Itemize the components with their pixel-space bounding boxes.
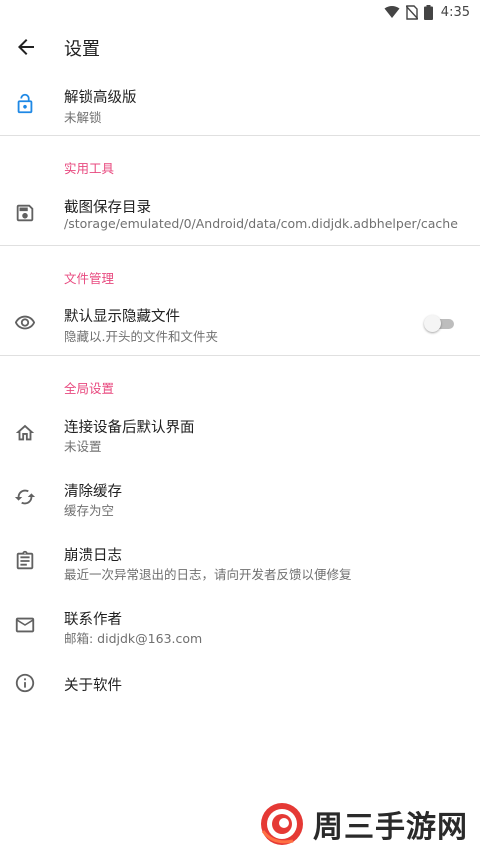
unlock-icon	[17, 93, 33, 114]
setting-crash-log[interactable]: 崩溃日志 最近一次异常退出的日志，请向开发者反馈以便修复	[0, 534, 480, 590]
setting-about[interactable]: 关于软件	[0, 662, 480, 704]
back-arrow-icon[interactable]	[14, 35, 38, 59]
battery-icon	[423, 4, 433, 20]
setting-title: 截图保存目录	[64, 200, 151, 216]
refresh-icon	[14, 489, 36, 505]
info-icon	[15, 673, 35, 693]
home-icon	[15, 424, 35, 441]
watermark: 周三手游网	[259, 800, 468, 848]
setting-title: 联系作者	[64, 612, 122, 628]
setting-unlock-premium[interactable]: 解锁高级版 未解锁	[0, 76, 480, 134]
setting-title: 崩溃日志	[64, 548, 122, 564]
wifi-icon	[384, 6, 400, 18]
category-header-file-management: 文件管理	[64, 271, 115, 286]
divider	[0, 355, 480, 356]
setting-subtitle: /storage/emulated/0/Android/data/com.did…	[64, 216, 458, 231]
divider	[0, 245, 480, 246]
clock: 4:35	[440, 4, 470, 20]
setting-screenshot-directory[interactable]: 截图保存目录 /storage/emulated/0/Android/data/…	[0, 186, 480, 244]
status-bar: 4:35	[0, 0, 480, 24]
show-hidden-toggle[interactable]	[424, 315, 456, 332]
setting-title: 解锁高级版	[64, 90, 137, 106]
setting-subtitle: 未设置	[64, 439, 102, 454]
clipboard-icon	[16, 550, 34, 570]
toggle-thumb	[424, 315, 441, 332]
category-header-tools: 实用工具	[64, 161, 115, 176]
watermark-text: 周三手游网	[313, 810, 468, 845]
eye-icon	[14, 315, 36, 330]
setting-show-hidden-files[interactable]: 默认显示隐藏文件 隐藏以.开头的文件和文件夹	[0, 296, 480, 354]
category-header-global: 全局设置	[64, 381, 115, 396]
setting-contact-author[interactable]: 联系作者 邮箱: didjdk@163.com	[0, 598, 480, 654]
setting-title: 清除缓存	[64, 484, 122, 500]
setting-title: 连接设备后默认界面	[64, 420, 195, 436]
no-sim-icon	[405, 4, 418, 20]
save-icon	[16, 204, 34, 222]
watermark-logo-icon	[261, 803, 303, 845]
page-title: 设置	[64, 39, 100, 60]
setting-title: 关于软件	[64, 678, 122, 694]
setting-subtitle: 缓存为空	[64, 503, 115, 518]
setting-title: 默认显示隐藏文件	[64, 309, 180, 325]
setting-subtitle: 隐藏以.开头的文件和文件夹	[64, 329, 218, 344]
setting-subtitle: 未解锁	[64, 110, 102, 125]
setting-default-screen[interactable]: 连接设备后默认界面 未设置	[0, 406, 480, 462]
app-bar: 设置	[0, 24, 480, 70]
mail-icon	[15, 617, 35, 633]
setting-clear-cache[interactable]: 清除缓存 缓存为空	[0, 470, 480, 526]
divider	[0, 135, 480, 136]
setting-subtitle: 最近一次异常退出的日志，请向开发者反馈以便修复	[64, 567, 352, 582]
setting-subtitle: 邮箱: didjdk@163.com	[64, 631, 203, 646]
